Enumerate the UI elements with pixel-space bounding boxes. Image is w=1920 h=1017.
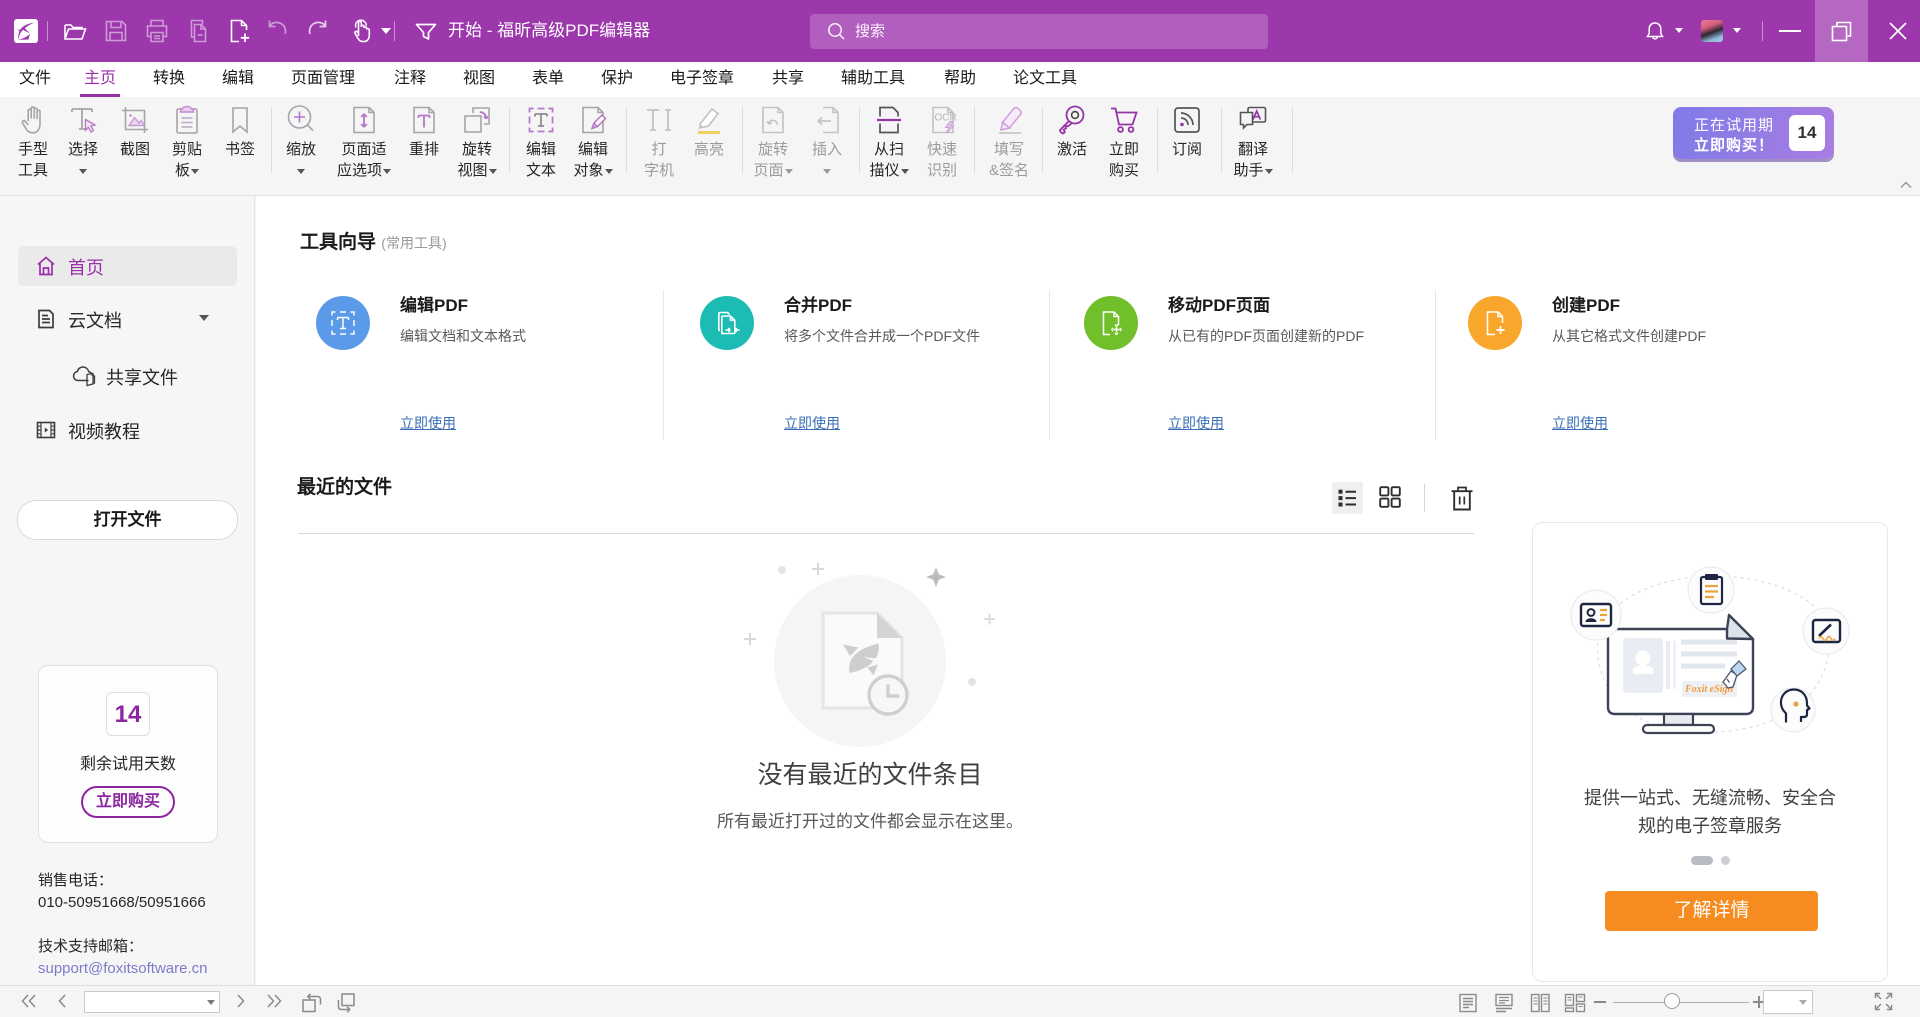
- svg-text:OCR: OCR: [935, 113, 957, 124]
